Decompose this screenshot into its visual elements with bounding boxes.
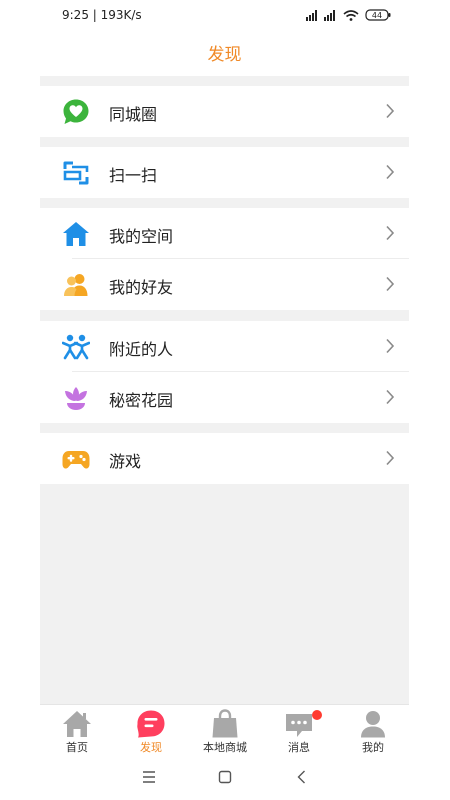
profile-icon <box>358 709 388 739</box>
row-label: 游戏 <box>109 452 142 471</box>
status-icons: 44 <box>306 9 391 21</box>
scan-icon <box>62 159 90 187</box>
tab-profile[interactable]: 我的 <box>336 705 410 755</box>
row-games[interactable]: 游戏 <box>40 433 409 484</box>
system-nav-bar <box>0 754 450 800</box>
group-scan: 扫一扫 <box>40 147 409 198</box>
row-label: 我的空间 <box>109 227 174 246</box>
discover-list: 同城圈 扫一扫 我的空间 我的好友 附近的人 秘密花园 游戏 <box>40 76 409 704</box>
row-label: 秘密花园 <box>109 391 174 410</box>
menu-icon[interactable] <box>140 768 158 786</box>
tab-label: 首页 <box>66 741 88 754</box>
page-title: 发现 <box>207 45 242 65</box>
row-label: 我的好友 <box>109 278 174 297</box>
message-icon <box>284 709 314 739</box>
tab-label: 本地商城 <box>203 741 247 754</box>
row-my-space[interactable]: 我的空间 <box>40 208 409 259</box>
status-time: 9:25 | 193K/s <box>62 8 142 22</box>
group-space: 我的空间 我的好友 <box>40 208 409 310</box>
signal-icon-2 <box>324 10 335 21</box>
chevron-right-icon <box>385 338 395 354</box>
lotus-icon <box>62 384 90 412</box>
battery-level: 44 <box>372 11 382 20</box>
shopping-bag-icon <box>210 709 240 739</box>
tab-messages[interactable]: 消息 <box>262 705 336 755</box>
chevron-right-icon <box>385 389 395 405</box>
row-label: 扫一扫 <box>109 166 158 185</box>
discover-icon <box>136 709 166 739</box>
row-city-circle[interactable]: 同城圈 <box>40 86 409 137</box>
tab-home[interactable]: 首页 <box>40 705 114 755</box>
chevron-right-icon <box>385 225 395 241</box>
tab-local-mall[interactable]: 本地商城 <box>188 705 262 755</box>
chevron-right-icon <box>385 450 395 466</box>
tab-label: 我的 <box>362 741 384 754</box>
unread-badge-dot <box>312 710 322 720</box>
row-my-friends[interactable]: 我的好友 <box>40 259 409 310</box>
row-label: 附近的人 <box>109 340 174 359</box>
heart-chat-icon <box>62 98 90 126</box>
group-nearby: 附近的人 秘密花园 <box>40 321 409 423</box>
group-city: 同城圈 <box>40 86 409 137</box>
tab-label: 发现 <box>140 741 162 754</box>
gamepad-icon <box>62 445 90 473</box>
wifi-icon <box>343 10 359 18</box>
friends-icon <box>62 271 90 299</box>
home-icon <box>62 220 90 248</box>
row-scan[interactable]: 扫一扫 <box>40 147 409 198</box>
tab-discover[interactable]: 发现 <box>114 705 188 755</box>
status-bar: 9:25 | 193K/s 44 <box>0 0 450 30</box>
tab-label: 消息 <box>288 741 310 754</box>
bottom-tab-bar: 首页 发现 本地商城 消息 我的 <box>40 704 409 754</box>
signal-icon <box>306 10 317 21</box>
row-label: 同城圈 <box>109 105 158 124</box>
home-icon <box>62 709 92 739</box>
nearby-people-icon <box>62 333 90 361</box>
chevron-right-icon <box>385 276 395 292</box>
group-games: 游戏 <box>40 433 409 484</box>
back-icon[interactable] <box>293 768 311 786</box>
home-square-icon[interactable] <box>216 768 234 786</box>
chevron-right-icon <box>385 103 395 119</box>
row-nearby-people[interactable]: 附近的人 <box>40 321 409 372</box>
row-secret-garden[interactable]: 秘密花园 <box>40 372 409 423</box>
chevron-right-icon <box>385 164 395 180</box>
title-bar: 发现 <box>40 30 409 76</box>
